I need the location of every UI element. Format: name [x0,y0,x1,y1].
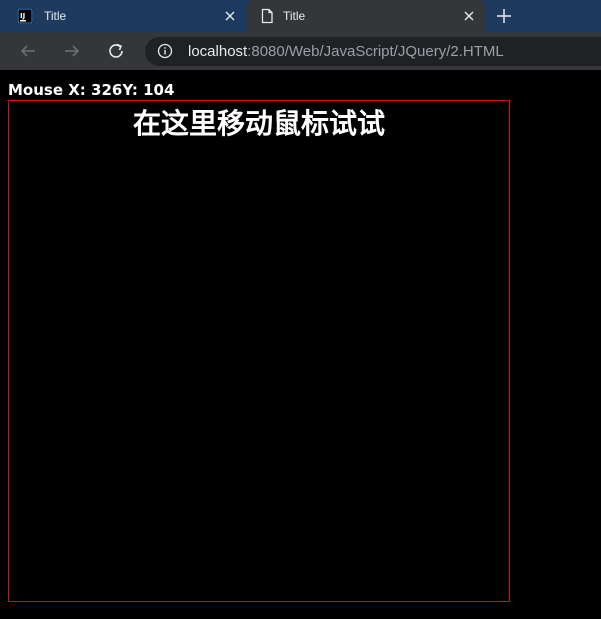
arrow-left-icon[interactable] [17,40,39,62]
mouse-area-title: 在这里移动鼠标试试 [132,107,385,140]
address-bar[interactable]: localhost:8080/Web/JavaScript/JQuery/2.H… [145,37,601,66]
tab-1[interactable]: IJ Title [0,0,245,32]
url-text: localhost:8080/Web/JavaScript/JQuery/2.H… [188,43,504,60]
plus-icon[interactable] [494,6,514,26]
tab-2[interactable]: Title [247,0,485,32]
tab-title: Title [44,9,67,23]
close-icon[interactable] [461,8,477,24]
mouse-coordinates: Mouse X: 326Y: 104 [8,81,175,99]
tab-strip: IJ Title Title [0,0,601,32]
svg-text:IJ: IJ [20,12,25,20]
reload-icon[interactable] [105,40,127,62]
url-path: :8080/Web/JavaScript/JQuery/2.HTML [247,43,504,60]
browser-toolbar: localhost:8080/Web/JavaScript/JQuery/2.H… [0,32,601,70]
url-host: localhost [188,43,248,60]
mouse-area[interactable]: 在这里移动鼠标试试 [8,100,510,602]
arrow-right-icon[interactable] [61,40,83,62]
intellij-icon: IJ [17,8,33,24]
info-icon[interactable] [157,43,173,59]
document-icon [259,8,275,24]
tab-title: Title [283,9,306,23]
close-icon[interactable] [222,8,238,24]
page-content: Mouse X: 326Y: 104 在这里移动鼠标试试 [0,70,601,619]
